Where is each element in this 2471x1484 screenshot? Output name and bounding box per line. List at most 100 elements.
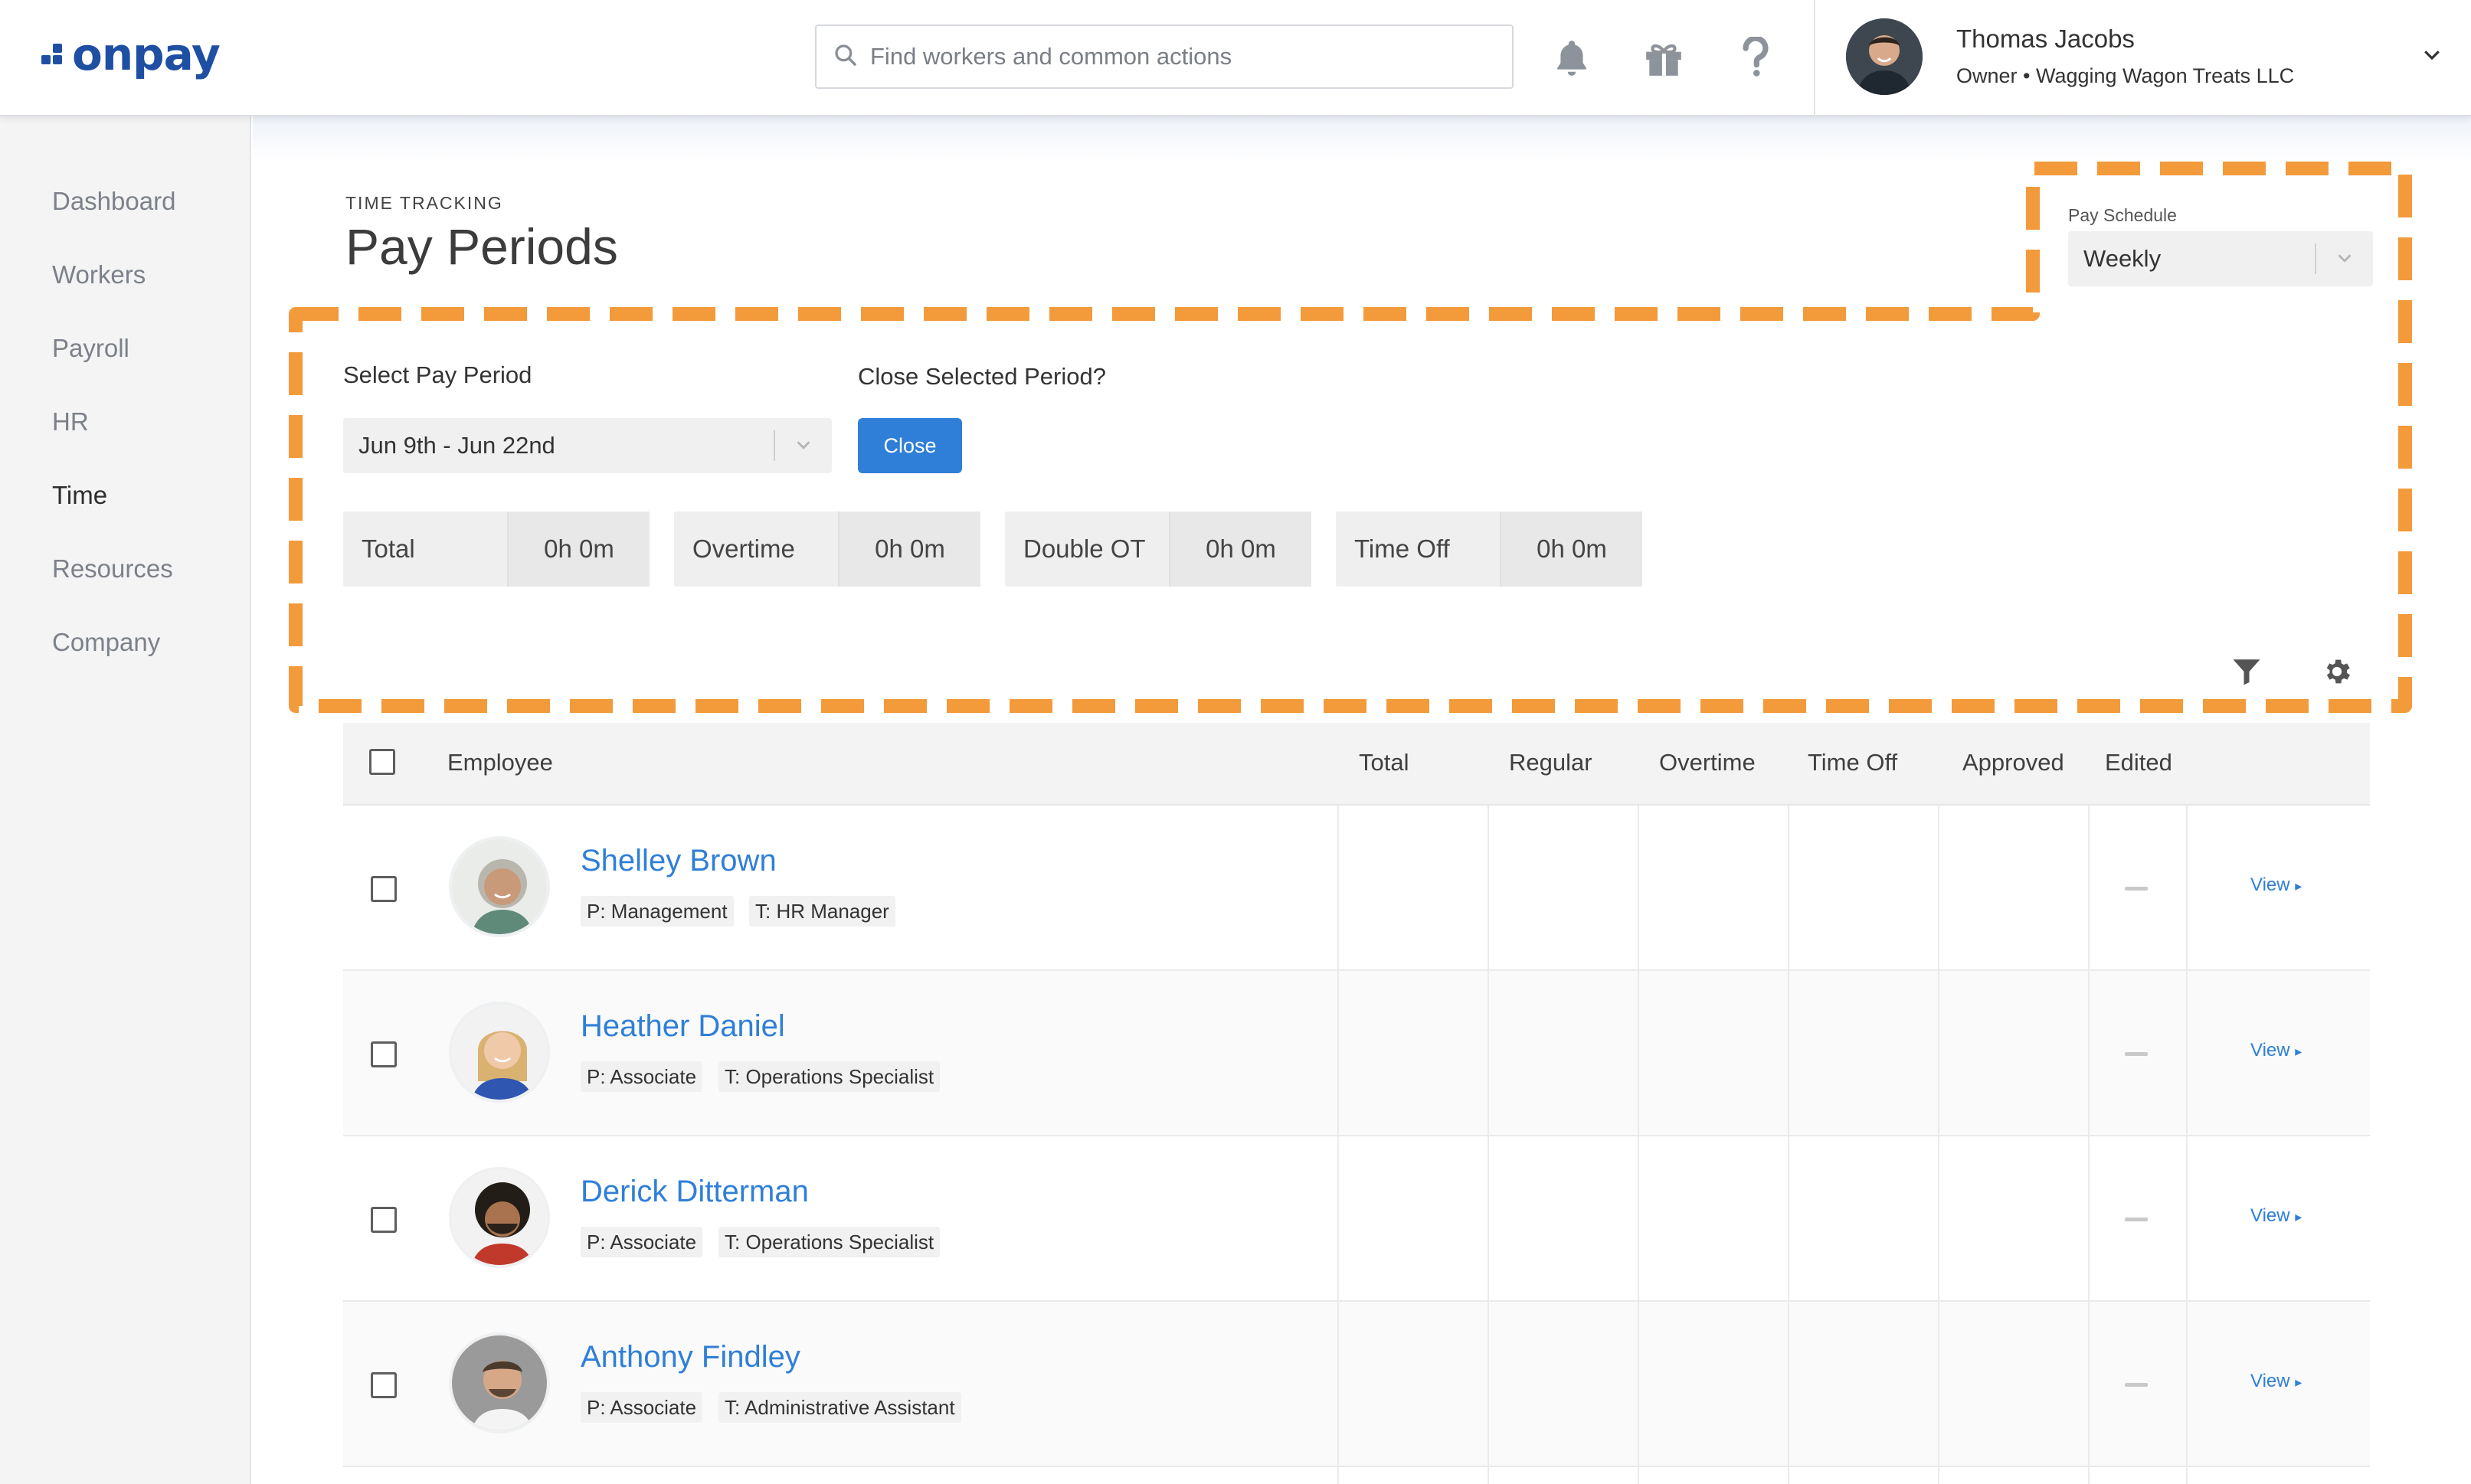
- logo-text: onpay: [72, 28, 221, 80]
- page-eyebrow: TIME TRACKING: [345, 193, 503, 213]
- position-tag: P: Management: [581, 896, 734, 927]
- column-divider: [1488, 806, 1489, 1484]
- search-box[interactable]: [815, 25, 1514, 89]
- pay-schedule-label: Pay Schedule: [2068, 205, 2177, 225]
- stat-name: Double OT: [1005, 512, 1170, 587]
- table-row: Heather Daniel P: Associate T: Operation…: [343, 971, 2370, 1136]
- stat-value: 0h 0m: [509, 512, 650, 587]
- select-pay-period-label: Select Pay Period: [343, 361, 532, 388]
- col-total[interactable]: Total: [1359, 749, 1409, 776]
- stat-double-ot: Double OT 0h 0m: [1005, 512, 1311, 587]
- title-tag: T: Operations Specialist: [718, 1061, 941, 1092]
- edited-dash: [2125, 1052, 2148, 1056]
- sidebar-item-dashboard[interactable]: Dashboard: [52, 187, 175, 216]
- stat-name: Total: [343, 512, 509, 587]
- table-row: Anthony Findley P: Associate T: Administ…: [343, 1302, 2370, 1467]
- title-tag: T: Operations Specialist: [718, 1227, 941, 1257]
- title-tag: T: HR Manager: [749, 896, 895, 927]
- pay-schedule-value: Weekly: [2083, 245, 2162, 272]
- onpay-logo[interactable]: onpay: [41, 28, 221, 81]
- top-bar: onpay Thomas Jacobs Owner • Wagging Wago…: [0, 0, 2471, 116]
- stat-name: Time Off: [1336, 512, 1501, 587]
- bell-icon[interactable]: [1549, 34, 1595, 83]
- sidebar-item-hr[interactable]: HR: [52, 407, 89, 436]
- stat-overtime: Overtime 0h 0m: [674, 512, 980, 587]
- title-tag: T: Administrative Assistant: [718, 1392, 961, 1423]
- close-period-label: Close Selected Period?: [858, 363, 1106, 390]
- col-overtime[interactable]: Overtime: [1659, 749, 1756, 776]
- edited-dash: [2125, 1218, 2148, 1221]
- sidebar-item-workers[interactable]: Workers: [52, 260, 146, 289]
- employee-name-link[interactable]: Anthony Findley: [581, 1340, 800, 1374]
- col-approved[interactable]: Approved: [1962, 749, 2064, 776]
- stat-value: 0h 0m: [839, 512, 980, 587]
- stat-time-off: Time Off 0h 0m: [1336, 512, 1642, 587]
- sidebar-item-payroll[interactable]: Payroll: [52, 334, 129, 363]
- employee-table: Employee Total Regular Overtime Time Off…: [343, 723, 2370, 1484]
- stat-total: Total 0h 0m: [343, 512, 650, 587]
- sidebar-item-time[interactable]: Time: [52, 481, 107, 510]
- employee-name-link[interactable]: Shelley Brown: [581, 844, 777, 878]
- select-separator: [2315, 244, 2316, 274]
- pay-schedule-select[interactable]: Weekly: [2068, 231, 2373, 286]
- chevron-down-icon: [2333, 247, 2356, 276]
- page-title: Pay Periods: [345, 218, 618, 275]
- help-icon[interactable]: [1733, 34, 1779, 83]
- employee-name-link[interactable]: Heather Daniel: [581, 1009, 785, 1044]
- chevron-down-icon: [792, 433, 815, 463]
- view-link[interactable]: View ▸: [2250, 1371, 2302, 1392]
- employee-avatar: [449, 836, 550, 937]
- gift-icon[interactable]: [1641, 34, 1687, 83]
- caret-right-icon: ▸: [2295, 878, 2302, 894]
- view-link-label: View: [2250, 1040, 2290, 1061]
- main-top-gradient: [253, 116, 2471, 162]
- position-tag: P: Associate: [581, 1227, 703, 1257]
- edited-dash: [2125, 1383, 2148, 1387]
- chevron-down-icon[interactable]: [2420, 43, 2443, 70]
- col-employee[interactable]: Employee: [447, 749, 553, 776]
- search-input[interactable]: [870, 43, 1512, 70]
- view-link-label: View: [2250, 1371, 2290, 1391]
- stat-value: 0h 0m: [1501, 512, 1642, 587]
- row-checkbox[interactable]: [371, 876, 397, 902]
- edited-dash: [2125, 887, 2148, 891]
- employee-avatar: [449, 1332, 550, 1433]
- column-divider: [2186, 806, 2188, 1484]
- table-header: Employee Total Regular Overtime Time Off…: [343, 723, 2370, 806]
- pay-period-select[interactable]: Jun 9th - Jun 22nd: [343, 418, 832, 473]
- column-divider: [1337, 806, 1339, 1484]
- position-tag: P: Associate: [581, 1392, 703, 1423]
- view-link[interactable]: View ▸: [2250, 874, 2302, 896]
- table-row: Shelley Brown P: Management T: HR Manage…: [343, 806, 2370, 971]
- row-checkbox[interactable]: [371, 1207, 397, 1233]
- employee-name-link[interactable]: Derick Ditterman: [581, 1175, 809, 1209]
- col-regular[interactable]: Regular: [1509, 749, 1592, 776]
- select-separator: [774, 430, 775, 461]
- caret-right-icon: ▸: [2295, 1209, 2302, 1224]
- user-avatar[interactable]: [1846, 18, 1923, 95]
- sidebar: Dashboard Workers Payroll HR Time Resour…: [0, 116, 251, 1484]
- caret-right-icon: ▸: [2295, 1374, 2302, 1390]
- sidebar-item-company[interactable]: Company: [52, 628, 160, 657]
- filter-icon[interactable]: [2227, 652, 2266, 691]
- col-time-off[interactable]: Time Off: [1808, 749, 1897, 776]
- close-period-button[interactable]: Close: [858, 418, 962, 473]
- view-link-label: View: [2250, 1205, 2290, 1226]
- col-edited[interactable]: Edited: [2105, 749, 2172, 776]
- view-link[interactable]: View ▸: [2250, 1040, 2302, 1061]
- column-divider: [2088, 806, 2090, 1484]
- gear-icon[interactable]: [2318, 652, 2356, 691]
- view-link-label: View: [2250, 874, 2290, 895]
- header-divider: [1814, 0, 1815, 116]
- user-role: Owner • Wagging Wagon Treats LLC: [1956, 64, 2295, 87]
- sidebar-item-resources[interactable]: Resources: [52, 554, 173, 583]
- row-checkbox[interactable]: [371, 1041, 397, 1067]
- stat-name: Overtime: [674, 512, 839, 587]
- row-checkbox[interactable]: [371, 1372, 397, 1398]
- position-tag: P: Associate: [581, 1061, 703, 1092]
- select-all-checkbox[interactable]: [369, 749, 395, 775]
- pay-period-value: Jun 9th - Jun 22nd: [358, 432, 555, 459]
- user-name[interactable]: Thomas Jacobs: [1956, 25, 2135, 54]
- view-link[interactable]: View ▸: [2250, 1205, 2302, 1227]
- caret-right-icon: ▸: [2295, 1044, 2302, 1059]
